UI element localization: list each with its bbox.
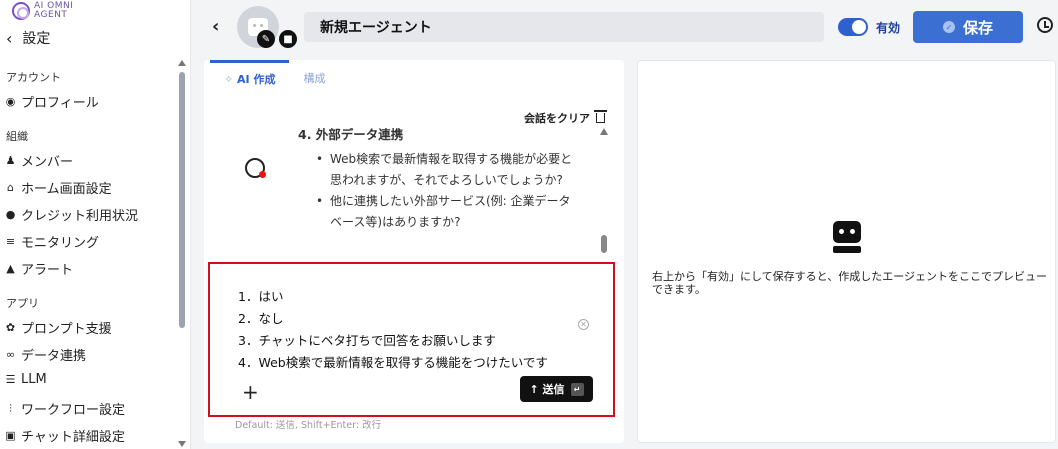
sidebar-item-label: プロフィール xyxy=(21,96,99,111)
sidebar-item-data-integration[interactable]: ∞ データ連携 xyxy=(4,345,86,364)
check-icon: ✓ xyxy=(942,21,955,33)
sidebar-item-alert[interactable]: ▲ アラート xyxy=(4,259,73,278)
sidebar-item-chat-settings[interactable]: ▣ チャット詳細設定 xyxy=(4,426,125,445)
message-bullet: Web検索で最新情報を取得する機能が必要と思われますが、それでよろしいでしょうか… xyxy=(316,149,578,191)
sidebar-item-llm[interactable]: ☰ LLM xyxy=(4,372,47,387)
tab-ai-create[interactable]: ✧ AI 作成 xyxy=(210,60,290,92)
settings-title: 設定 xyxy=(22,31,51,47)
brain-icon: ✿ xyxy=(5,321,16,334)
workflow-icon: ⫶ xyxy=(9,401,12,415)
sidebar-item-credit-usage[interactable]: ● クレジット利用状況 xyxy=(4,205,138,224)
chat-scrollbar[interactable] xyxy=(600,128,610,272)
send-label: 送信 xyxy=(542,383,565,396)
tab-bar: ✧ AI 作成 構成 xyxy=(210,60,339,92)
edit-avatar-button[interactable]: ✎ xyxy=(257,30,275,48)
add-attachment-button[interactable]: + xyxy=(242,380,259,404)
server-icon: ☰ xyxy=(5,373,16,386)
header: ‹ ✎ ■ 有効 ✓ 保存 xyxy=(192,0,1058,56)
section-label-organization: 組織 xyxy=(6,130,28,143)
user-circle-icon: ◉ xyxy=(5,95,16,108)
section-label-account: アカウント xyxy=(6,71,61,84)
sidebar-item-profile[interactable]: ◉ プロフィール xyxy=(4,92,99,111)
settings-back-button[interactable]: ‹ 設定 xyxy=(6,28,50,48)
sidebar-item-members[interactable]: ♟ メンバー xyxy=(4,151,73,170)
send-button[interactable]: ↑ 送信 ↵ xyxy=(520,376,593,402)
scroll-down-icon[interactable] xyxy=(178,441,186,447)
enabled-toggle[interactable] xyxy=(838,18,868,36)
trash-icon: ■ xyxy=(283,33,293,45)
users-icon: ♟ xyxy=(5,154,16,167)
agent-name-input[interactable] xyxy=(304,12,824,42)
logo-icon xyxy=(12,2,30,20)
logo: AI OMNI AGENT xyxy=(12,2,73,20)
chat-input-area: 1．はい 2．なし 3．チャットにベタ打ちで回答をお願いします 4．Web検索で… xyxy=(208,262,615,417)
link-icon: ∞ xyxy=(5,348,16,361)
arrow-up-icon: ↑ xyxy=(529,382,543,396)
assistant-message: 4. 外部データ連携 Web検索で最新情報を取得する機能が必要と思われますが、そ… xyxy=(298,124,578,233)
preview-message: 右上から「有効」にして保存すると、作成したエージェントをここでプレビューできます… xyxy=(652,270,1048,296)
trash-icon xyxy=(594,110,607,123)
bell-icon: ▲ xyxy=(6,262,15,275)
sidebar-item-prompt-assist[interactable]: ✿ プロンプト支援 xyxy=(4,318,112,337)
message-bullet-list: Web検索で最新情報を取得する機能が必要と思われますが、それでよろしいでしょうか… xyxy=(316,149,578,233)
input-line: 4．Web検索で最新情報を取得する機能をつけたいです xyxy=(238,355,548,370)
input-line: 2．なし xyxy=(238,311,284,326)
logo-text-line2: AGENT xyxy=(34,10,68,20)
preview-panel: 右上から「有効」にして保存すると、作成したエージェントをここでプレビューできます… xyxy=(637,60,1056,443)
tab-config[interactable]: 構成 xyxy=(289,60,339,92)
sidebar-item-label: データ連携 xyxy=(21,349,87,364)
sidebar-item-workflow[interactable]: ⫶ ワークフロー設定 xyxy=(4,399,126,419)
sparkle-icon: ✧ xyxy=(224,73,238,86)
assistant-avatar-icon xyxy=(245,158,266,178)
sidebar-item-label: ワークフロー設定 xyxy=(21,403,126,418)
history-icon[interactable] xyxy=(1037,17,1053,33)
sidebar-item-label: モニタリング xyxy=(21,236,100,251)
sidebar-item-monitoring[interactable]: ≡ モニタリング xyxy=(4,232,99,251)
enabled-label: 有効 xyxy=(876,21,901,35)
scroll-up-icon[interactable] xyxy=(600,128,608,135)
message-heading: 4. 外部データ連携 xyxy=(298,127,404,142)
sidebar: AI OMNI AGENT ‹ 設定 アカウント ◉ プロフィール 組織 ♟ メ… xyxy=(0,0,191,449)
sidebar-item-label: LLM xyxy=(21,372,47,387)
sidebar-item-label: プロンプト支援 xyxy=(21,322,112,337)
clear-input-icon[interactable]: ✕ xyxy=(578,319,589,330)
input-line: 1．はい xyxy=(238,289,284,304)
home-icon: ⌂ xyxy=(7,181,14,194)
credit-icon: ● xyxy=(5,208,16,221)
tab-label: AI 作成 xyxy=(237,73,276,86)
chevron-left-icon: ‹ xyxy=(6,28,13,48)
keyboard-hint: Default: 送信, Shift+Enter: 改行 xyxy=(235,420,382,431)
scrollbar-thumb[interactable] xyxy=(179,72,185,328)
input-line: 3．チャットにベタ打ちで回答をお願いします xyxy=(238,333,496,348)
sidebar-item-label: アラート xyxy=(21,263,74,278)
save-button[interactable]: ✓ 保存 xyxy=(913,11,1023,43)
section-label-apps: アプリ xyxy=(6,297,39,310)
save-label: 保存 xyxy=(962,18,993,37)
sidebar-item-label: メンバー xyxy=(21,155,74,170)
message-bullet: 他に連携したい外部サービス(例: 企業データベース等)はありますか? xyxy=(316,191,578,233)
sidebar-item-label: チャット詳細設定 xyxy=(21,430,125,445)
pencil-icon: ✎ xyxy=(261,33,271,45)
plus-icon: + xyxy=(242,380,259,404)
chat-icon: ▣ xyxy=(5,429,16,442)
chat-input[interactable]: 1．はい 2．なし 3．チャットにベタ打ちで回答をお願いします 4．Web検索で… xyxy=(218,270,605,406)
sidebar-scrollbar[interactable] xyxy=(177,60,187,449)
scrollbar-thumb[interactable] xyxy=(601,235,607,253)
sidebar-item-home-settings[interactable]: ⌂ ホーム画面設定 xyxy=(4,178,112,197)
delete-avatar-button[interactable]: ■ xyxy=(279,30,297,48)
enter-key-icon: ↵ xyxy=(570,382,584,396)
back-button[interactable]: ‹ xyxy=(212,16,219,37)
sidebar-item-label: ホーム画面設定 xyxy=(21,182,112,197)
sidebar-item-label: クレジット利用状況 xyxy=(21,209,139,224)
database-icon: ≡ xyxy=(5,235,16,248)
scroll-up-icon[interactable] xyxy=(178,60,186,66)
robot-icon xyxy=(833,221,861,253)
